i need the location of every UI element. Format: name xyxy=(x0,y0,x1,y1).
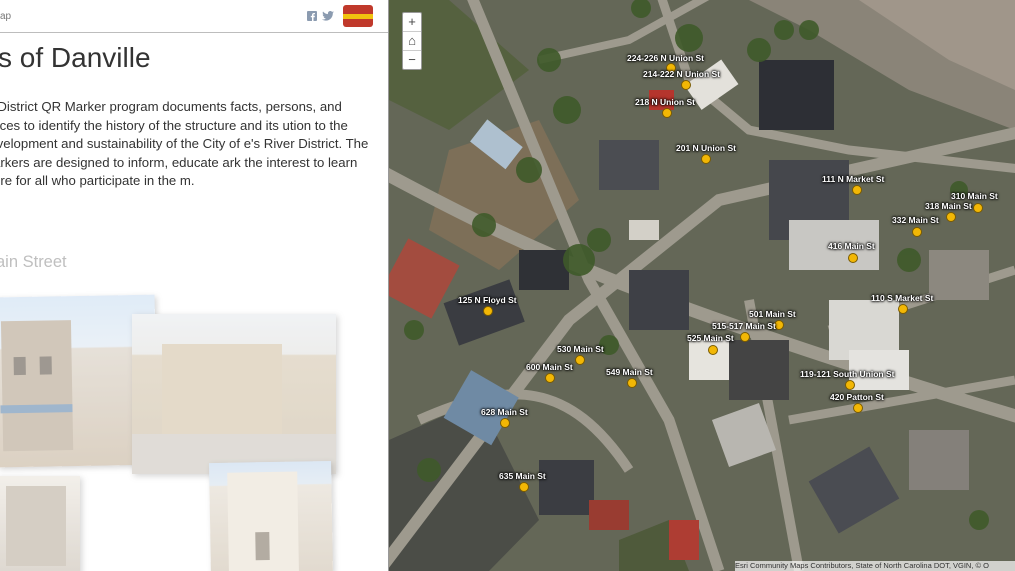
aerial-imagery xyxy=(389,0,1015,571)
zoom-in-button[interactable]: + xyxy=(403,13,421,32)
marker-label[interactable]: 224-226 N Union St xyxy=(627,53,704,63)
marker-pin-icon[interactable] xyxy=(946,212,956,222)
zoom-controls: + ⌂ − xyxy=(402,12,422,70)
marker-pin-icon[interactable] xyxy=(575,355,585,365)
marker-label[interactable]: 501 Main St xyxy=(749,309,796,319)
marker-pin-icon[interactable] xyxy=(845,380,855,390)
marker-pin-icon[interactable] xyxy=(853,403,863,413)
marker-label[interactable]: 628 Main St xyxy=(481,407,528,417)
story-panel: ap s of Danville er District QR Marker p… xyxy=(0,0,389,571)
marker-pin-icon[interactable] xyxy=(852,185,862,195)
story-description: er District QR Marker program documents … xyxy=(0,99,369,188)
marker-pin-icon[interactable] xyxy=(708,345,718,355)
map-attribution[interactable]: Esri Community Maps Contributors, State … xyxy=(735,561,1015,571)
marker-label[interactable]: 119-121 South Union St xyxy=(800,369,894,379)
marker-label[interactable]: 318 Main St xyxy=(925,201,972,211)
map-view[interactable] xyxy=(389,0,1015,571)
marker-pin-icon[interactable] xyxy=(912,227,922,237)
marker-pin-icon[interactable] xyxy=(740,332,750,342)
marker-label[interactable]: 635 Main St xyxy=(499,471,546,481)
marker-pin-icon[interactable] xyxy=(681,80,691,90)
marker-pin-icon[interactable] xyxy=(545,373,555,383)
marker-label[interactable]: 600 Main St xyxy=(526,362,573,372)
marker-label[interactable]: 525 Main St xyxy=(687,333,734,343)
marker-label[interactable]: 214-222 N Union St xyxy=(643,69,720,79)
marker-pin-icon[interactable] xyxy=(519,482,529,492)
marker-pin-icon[interactable] xyxy=(662,108,672,118)
marker-label[interactable]: 549 Main St xyxy=(606,367,653,377)
twitter-icon[interactable] xyxy=(322,11,334,24)
marker-label[interactable]: 201 N Union St xyxy=(676,143,736,153)
app-label: ap xyxy=(0,11,12,22)
marker-label[interactable]: 125 N Floyd St xyxy=(458,295,517,305)
marker-pin-icon[interactable] xyxy=(898,304,908,314)
marker-label[interactable]: 111 N Market St xyxy=(822,174,884,184)
marker-pin-icon[interactable] xyxy=(973,203,983,213)
marker-label[interactable]: 332 Main St xyxy=(892,215,939,225)
marker-pin-icon[interactable] xyxy=(627,378,637,388)
marker-label[interactable]: 110 S Market St xyxy=(871,293,933,303)
marker-pin-icon[interactable] xyxy=(500,418,510,428)
marker-pin-icon[interactable] xyxy=(701,154,711,164)
marker-label[interactable]: 530 Main St xyxy=(557,344,604,354)
marker-label[interactable]: 218 N Union St xyxy=(635,97,695,107)
home-button[interactable]: ⌂ xyxy=(403,32,421,51)
marker-pin-icon[interactable] xyxy=(483,306,493,316)
section-heading: ain Street xyxy=(0,253,67,271)
marker-pin-icon[interactable] xyxy=(848,253,858,263)
facebook-icon[interactable] xyxy=(307,11,317,24)
marker-label[interactable]: 416 Main St xyxy=(828,241,875,251)
danville-logo[interactable] xyxy=(343,5,373,27)
zoom-out-button[interactable]: − xyxy=(403,51,421,69)
story-title: s of Danville xyxy=(0,42,151,73)
header-bar: ap xyxy=(0,0,389,33)
marker-label[interactable]: 420 Patton St xyxy=(830,392,884,402)
marker-label[interactable]: 515-517 Main St xyxy=(712,321,776,331)
marker-label[interactable]: 310 Main St xyxy=(951,191,998,201)
